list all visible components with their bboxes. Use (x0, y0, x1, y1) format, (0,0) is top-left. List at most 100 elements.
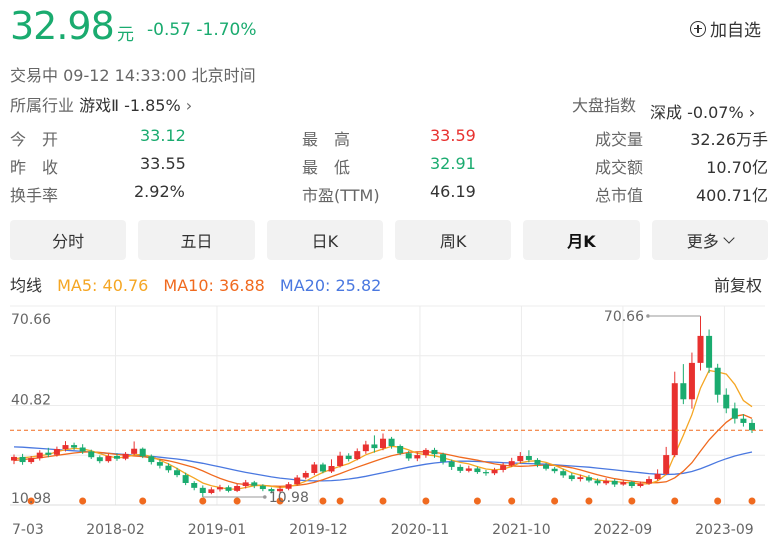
candle-body (251, 482, 258, 486)
candle-body (88, 451, 95, 458)
x-tick-label: 2022-09 (594, 522, 653, 538)
stat-value-pe: 46.19 (430, 182, 476, 201)
tab-label: 周K (439, 232, 467, 251)
candle-body (688, 362, 695, 400)
candle-body (594, 480, 601, 484)
candle (96, 455, 103, 464)
candle-body (731, 408, 738, 419)
candle-body (697, 335, 704, 363)
candle-body (465, 468, 472, 471)
candle (208, 487, 215, 495)
candle-body (525, 455, 532, 460)
candle (697, 316, 704, 371)
candle-body (397, 445, 404, 454)
candle (216, 484, 223, 492)
event-dot (79, 497, 87, 505)
candle-body (71, 445, 78, 448)
event-dot (379, 497, 387, 505)
ma-legend: 均线 MA5: 40.76 MA10: 36.88 MA20: 25.82 (10, 272, 391, 296)
candle (465, 465, 472, 473)
tab-more[interactable]: 更多 (651, 220, 768, 260)
chevron-right-icon: › (185, 96, 193, 115)
min-value-label: 10.98 (269, 490, 309, 506)
stat-value-high: 33.59 (430, 126, 476, 145)
candle-body (671, 383, 678, 456)
candle-body (457, 466, 464, 471)
y-tick-label: 10.98 (11, 491, 51, 507)
tab-label: 月K (567, 232, 596, 251)
candle-body (551, 468, 558, 472)
candle-body (585, 477, 592, 481)
event-dot (422, 497, 430, 505)
candle-body (431, 449, 438, 455)
tab-five-day[interactable]: 五日 (138, 220, 255, 260)
candle-body (191, 482, 198, 488)
tab-weekly-k[interactable]: 周K (394, 220, 512, 260)
candle-body (148, 456, 155, 463)
candle (337, 451, 344, 468)
candle-body (165, 465, 172, 471)
candlesticks (10, 316, 756, 497)
stat-label-low: 最 低 (302, 158, 351, 177)
candle-body (663, 455, 670, 474)
event-dot (628, 497, 636, 505)
candle-body (577, 477, 584, 480)
tab-daily-k[interactable]: 日K (266, 220, 383, 260)
candle-body (225, 487, 232, 491)
stat-label-turnover-rate: 换手率 (10, 186, 59, 205)
candle-body (723, 394, 730, 409)
candle-body (680, 383, 687, 400)
y-tick-label: 40.82 (11, 393, 51, 409)
stat-value-turnover-amount: 10.70亿 (706, 158, 768, 177)
price-unit: 元 (117, 25, 134, 45)
candle (491, 467, 498, 476)
candle (620, 480, 627, 486)
market-index-label: 大盘指数 (572, 96, 637, 115)
candle-body (19, 456, 26, 463)
candle-body (379, 438, 387, 449)
current-price: 32.98 (10, 4, 115, 48)
candle-body (53, 449, 60, 455)
add-watchlist-button[interactable]: 加自选 (690, 16, 761, 41)
candle (251, 480, 258, 489)
candle-body (560, 471, 567, 476)
candle (680, 364, 687, 405)
candle (199, 485, 206, 497)
stat-value-prev-close: 33.55 (140, 154, 186, 173)
candle (422, 448, 429, 458)
candle-body (302, 472, 309, 478)
candle (517, 452, 524, 464)
event-dot (199, 497, 207, 505)
candle (748, 419, 756, 433)
candle-body (637, 483, 644, 487)
chart-labels: 70.66 10.98 70.66 40.82 10.98 7-03 2018-02 2019… (10, 309, 765, 538)
industry-link[interactable]: 所属行业 游戏Ⅱ -1.85% › (10, 92, 192, 116)
stat-value-volume: 32.26万手 (690, 130, 768, 149)
candle-body (10, 456, 18, 461)
candle (457, 464, 464, 473)
market-index-link[interactable]: 深成 -0.07% › (650, 99, 755, 123)
candle (302, 470, 309, 480)
candle-body (199, 487, 206, 493)
industry-value: 游戏Ⅱ -1.85% (79, 96, 181, 115)
tab-monthly-k[interactable]: 月K (523, 220, 640, 260)
monthly-k-chart[interactable]: 70.66 10.98 70.66 40.82 10.98 7-03 2018-02 2019… (0, 300, 782, 555)
candle (585, 475, 592, 483)
candle-body (139, 448, 146, 457)
candle-body (508, 461, 515, 466)
tab-intraday[interactable]: 分时 (10, 220, 127, 260)
candle-body (36, 452, 43, 459)
tab-label: 五日 (180, 232, 213, 251)
price-change: -0.57 -1.70% (147, 20, 257, 40)
candle-body (491, 469, 498, 474)
event-dot (336, 497, 344, 505)
candle-body (448, 461, 455, 467)
price-adjustment-toggle[interactable]: 前复权 (714, 272, 762, 296)
candle-body (543, 464, 550, 469)
candle (225, 485, 232, 493)
candle (551, 466, 558, 474)
candle-body (259, 485, 266, 490)
x-tick-label: 2023-09 (695, 522, 754, 538)
stat-label-market-cap: 总市值 (595, 186, 644, 205)
chart-period-tabs: 分时 五日 日K 周K 月K 更多 (10, 220, 768, 260)
